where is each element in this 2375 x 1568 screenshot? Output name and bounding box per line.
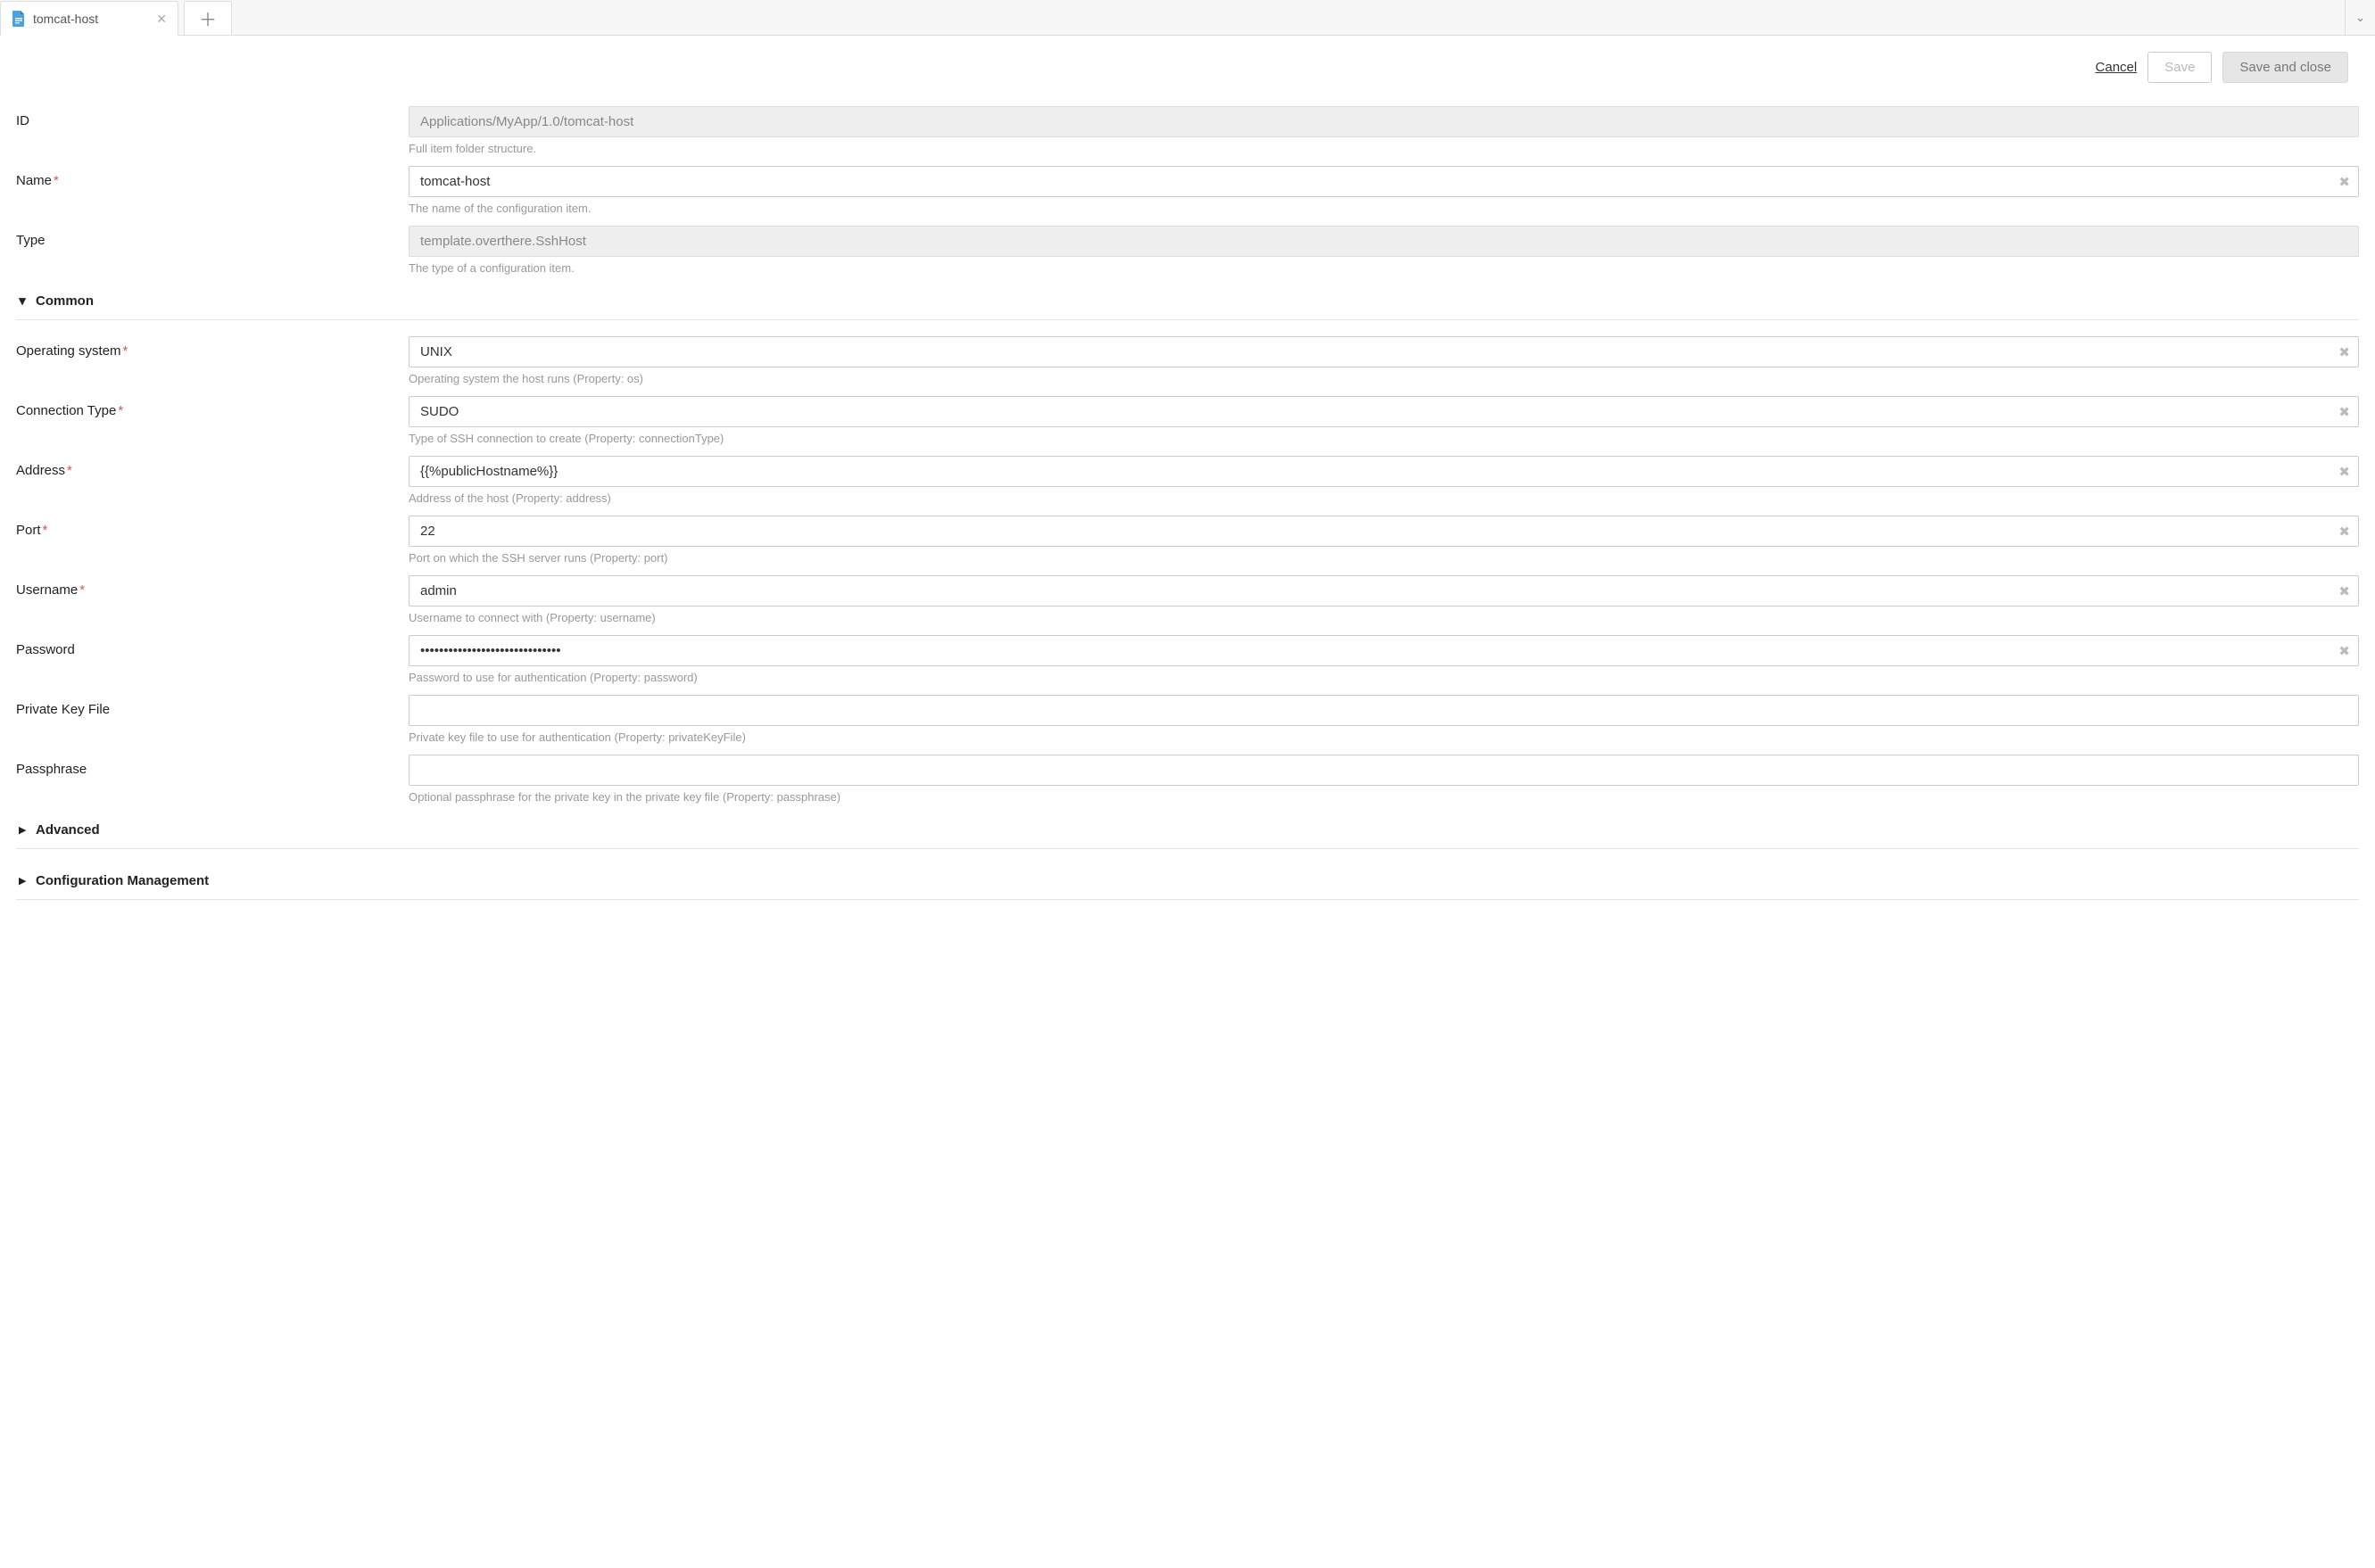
required-mark: *: [54, 173, 59, 188]
hint-connection-type: Type of SSH connection to create (Proper…: [409, 432, 2359, 445]
section-advanced-label: Advanced: [36, 822, 100, 838]
chevron-right-icon: ▸: [16, 821, 29, 838]
row-username: Username* ✖ Username to connect with (Pr…: [16, 568, 2359, 628]
actions-row: Cancel Save Save and close: [0, 36, 2375, 90]
port-field[interactable]: [409, 516, 2359, 547]
add-tab-button[interactable]: ＋: [184, 1, 232, 36]
section-config-mgmt-header[interactable]: ▸ Configuration Management: [16, 858, 2359, 897]
plus-icon: ＋: [199, 5, 217, 31]
close-icon[interactable]: ✕: [156, 12, 167, 27]
chevron-down-icon: ▾: [16, 293, 29, 309]
tab-bar-spacer: [232, 0, 2345, 35]
hint-id: Full item folder structure.: [409, 142, 2359, 155]
section-common-header[interactable]: ▾ Common: [16, 278, 2359, 318]
divider: [16, 319, 2359, 320]
type-field: [409, 226, 2359, 257]
label-type: Type: [16, 226, 409, 248]
row-private-key-file: Private Key File Private key file to use…: [16, 688, 2359, 747]
label-address: Address*: [16, 456, 409, 478]
clear-icon[interactable]: ✖: [2338, 464, 2350, 480]
passphrase-field[interactable]: [409, 755, 2359, 786]
label-os: Operating system*: [16, 336, 409, 359]
tab-label: tomcat-host: [33, 12, 149, 26]
cancel-link[interactable]: Cancel: [2096, 60, 2138, 75]
row-port: Port* ✖ Port on which the SSH server run…: [16, 508, 2359, 568]
save-and-close-button[interactable]: Save and close: [2222, 52, 2348, 83]
label-id: ID: [16, 106, 409, 128]
id-field: [409, 106, 2359, 137]
label-username: Username*: [16, 575, 409, 598]
label-passphrase: Passphrase: [16, 755, 409, 777]
document-icon: [12, 11, 26, 27]
tab-bar: tomcat-host ✕ ＋ ⌄: [0, 0, 2375, 36]
hint-username: Username to connect with (Property: user…: [409, 611, 2359, 624]
connection-type-field[interactable]: [409, 396, 2359, 427]
clear-icon[interactable]: ✖: [2338, 174, 2350, 190]
clear-icon[interactable]: ✖: [2338, 583, 2350, 599]
row-address: Address* ✖ Address of the host (Property…: [16, 449, 2359, 508]
hint-address: Address of the host (Property: address): [409, 491, 2359, 505]
row-password: Password ✖ Password to use for authentic…: [16, 628, 2359, 688]
tab-overflow-dropdown[interactable]: ⌄: [2345, 0, 2375, 35]
section-config-mgmt-label: Configuration Management: [36, 873, 209, 888]
clear-icon[interactable]: ✖: [2338, 404, 2350, 420]
password-field[interactable]: [409, 635, 2359, 666]
label-name: Name*: [16, 166, 409, 188]
row-passphrase: Passphrase Optional passphrase for the p…: [16, 747, 2359, 807]
divider: [16, 899, 2359, 900]
hint-port: Port on which the SSH server runs (Prope…: [409, 551, 2359, 565]
chevron-right-icon: ▸: [16, 872, 29, 888]
label-private-key-file: Private Key File: [16, 695, 409, 717]
hint-type: The type of a configuration item.: [409, 261, 2359, 275]
save-button[interactable]: Save: [2147, 52, 2212, 83]
label-password: Password: [16, 635, 409, 657]
row-connection-type: Connection Type* ✖ Type of SSH connectio…: [16, 389, 2359, 449]
private-key-file-field[interactable]: [409, 695, 2359, 726]
row-id: ID Full item folder structure.: [16, 99, 2359, 159]
clear-icon[interactable]: ✖: [2338, 524, 2350, 540]
hint-passphrase: Optional passphrase for the private key …: [409, 790, 2359, 804]
hint-name: The name of the configuration item.: [409, 202, 2359, 215]
section-advanced-header[interactable]: ▸ Advanced: [16, 807, 2359, 846]
hint-os: Operating system the host runs (Property…: [409, 372, 2359, 385]
row-type: Type The type of a configuration item.: [16, 219, 2359, 278]
divider: [16, 848, 2359, 849]
os-field[interactable]: [409, 336, 2359, 367]
label-connection-type: Connection Type*: [16, 396, 409, 418]
tab-tomcat-host[interactable]: tomcat-host ✕: [0, 1, 178, 36]
hint-private-key-file: Private key file to use for authenticati…: [409, 730, 2359, 744]
clear-icon[interactable]: ✖: [2338, 344, 2350, 360]
hint-password: Password to use for authentication (Prop…: [409, 671, 2359, 684]
row-name: Name* ✖ The name of the configuration it…: [16, 159, 2359, 219]
label-port: Port*: [16, 516, 409, 538]
address-field[interactable]: [409, 456, 2359, 487]
username-field[interactable]: [409, 575, 2359, 607]
form-area: ID Full item folder structure. Name* ✖ T…: [0, 90, 2375, 945]
row-os: Operating system* ✖ Operating system the…: [16, 329, 2359, 389]
clear-icon[interactable]: ✖: [2338, 643, 2350, 659]
chevron-down-icon: ⌄: [2355, 10, 2366, 25]
section-common-label: Common: [36, 293, 94, 309]
name-field[interactable]: [409, 166, 2359, 197]
